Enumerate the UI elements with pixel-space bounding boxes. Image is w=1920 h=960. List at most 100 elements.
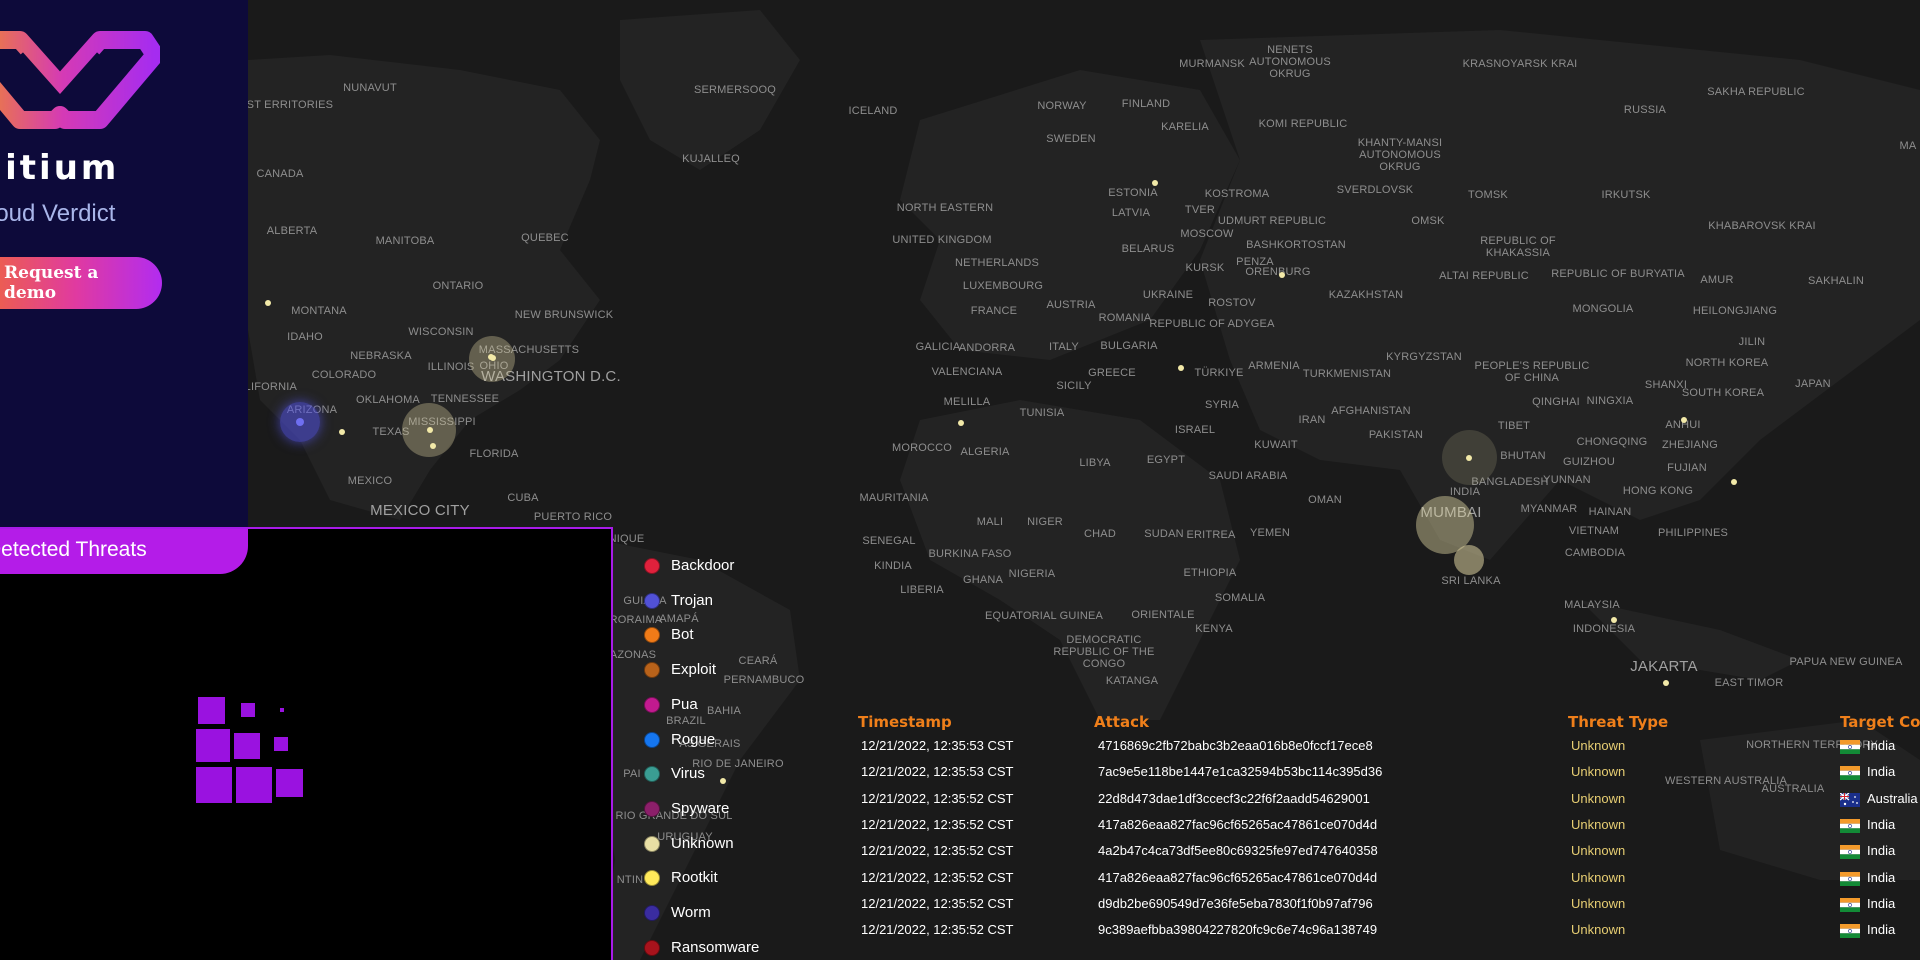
threat-dot[interactable] — [265, 300, 271, 306]
legend-item-rogue[interactable]: Rogue — [640, 731, 780, 751]
legend-dot-icon — [644, 939, 660, 956]
legend-item-rootkit[interactable]: Rootkit — [640, 869, 780, 889]
threat-dot[interactable] — [427, 427, 433, 433]
table-row[interactable]: 12/21/2022, 12:35:52 CST d9db2be690549d7e… — [858, 896, 1920, 918]
legend-item-exploit[interactable]: Exploit — [640, 661, 780, 681]
threat-dot[interactable] — [1681, 417, 1687, 423]
legend-item-worm[interactable]: Worm — [640, 904, 780, 924]
legend-label: Ransomware — [671, 938, 760, 956]
threat-dot[interactable] — [1611, 617, 1617, 623]
legend-item-ransomware[interactable]: Ransomware — [640, 939, 780, 959]
table-row[interactable]: 12/21/2022, 12:35:52 CST 417a826eaa827fac… — [858, 817, 1920, 839]
map-label: HAINAN — [1588, 506, 1632, 518]
map-label: PAKISTAN — [1368, 429, 1424, 441]
map-label: ICELAND — [848, 105, 898, 117]
map-label: TENNESSEE — [430, 393, 500, 405]
brand-logo-icon — [0, 31, 160, 129]
cell-target-country: India — [1867, 843, 1896, 859]
map-label: KENYA — [1195, 623, 1233, 635]
table-row[interactable]: 12/21/2022, 12:35:52 CST 417a826eaa827fac… — [858, 870, 1920, 892]
map-label: NORWAY — [1037, 100, 1087, 112]
legend-item-backdoor[interactable]: Backdoor — [640, 557, 780, 577]
cell-attack-hash: 417a826eaa827fac96cf65265ac47861ce070d4d — [1098, 869, 1378, 885]
map-label: PEOPLE'S REPUBLIC OF CHINA — [1474, 360, 1590, 384]
cell-attack-hash: 7ac9e5e118be1447e1ca32594b53bc114c395d36 — [1098, 764, 1383, 780]
map-label: LIBYA — [1079, 457, 1111, 469]
legend-item-trojan[interactable]: Trojan — [640, 592, 780, 612]
cell-attack-hash: 22d8d473dae1df3ccecf3c22f6f2aadd54629001 — [1098, 790, 1370, 806]
legend-dot-icon — [644, 835, 660, 852]
request-demo-button[interactable]: Request a demo — [0, 257, 162, 309]
cell-target-country: India — [1867, 764, 1896, 780]
legend-item-pua[interactable]: Pua — [640, 696, 780, 716]
map-label: LUXEMBOURG — [962, 280, 1044, 292]
map-label: KUJALLEQ — [682, 153, 740, 165]
map-label: SHANXI — [1644, 379, 1688, 391]
map-label: SRI LANKA — [1441, 575, 1501, 587]
header-target-country[interactable]: Target Co — [1840, 713, 1920, 731]
map-label: RORAIMA — [609, 614, 663, 626]
threat-dot[interactable] — [1178, 365, 1184, 371]
map-label: ALGERIA — [960, 446, 1010, 458]
legend-item-bot[interactable]: Bot — [640, 626, 780, 646]
threat-dot[interactable] — [1152, 180, 1158, 186]
cell-attack-hash: 4a2b47c4ca73df5ee80c69325fe97ed747640358 — [1098, 843, 1378, 859]
table-row[interactable]: 12/21/2022, 12:35:52 CST 9c389aefbba39804… — [858, 922, 1920, 944]
map-label: PUERTO RICO — [533, 511, 613, 523]
map-label: CUBA — [507, 492, 539, 504]
map-label: SERMERSOOQ — [693, 84, 777, 96]
map-label: KINDIA — [874, 560, 912, 572]
cell-timestamp: 12/21/2022, 12:35:53 CST — [861, 738, 1014, 753]
map-label: SAKHALIN — [1807, 275, 1865, 287]
map-label: MEXICO — [347, 475, 393, 487]
threat-dot[interactable] — [958, 420, 964, 426]
map-label: AFGHANISTAN — [1331, 405, 1411, 417]
table-row[interactable]: 12/21/2022, 12:35:52 CST 22d8d473dae1df3c… — [858, 791, 1920, 813]
detected-threats-tab[interactable]: Detected Threats — [0, 529, 248, 574]
threat-marker-india-south[interactable] — [1454, 545, 1484, 575]
map-label: BELARUS — [1121, 243, 1175, 255]
map-label: MONTANA — [291, 305, 347, 317]
map-label: FUJIAN — [1667, 462, 1707, 474]
detected-threats-title: Detected Threats — [0, 538, 147, 561]
map-label: DEMOCRATIC REPUBLIC OF THE CONGO — [1053, 634, 1155, 670]
threat-dot[interactable] — [1663, 680, 1669, 686]
map-label: AZONAS — [609, 649, 657, 661]
threat-dot[interactable] — [1731, 479, 1737, 485]
map-label: KURSK — [1185, 262, 1225, 274]
map-label: ALBERTA — [266, 225, 318, 237]
legend-label: Rootkit — [671, 869, 718, 887]
table-row[interactable]: 12/21/2022, 12:35:52 CST 4a2b47c4ca73df5e… — [858, 843, 1920, 865]
threat-dot[interactable] — [430, 443, 436, 449]
legend-item-spyware[interactable]: Spyware — [640, 800, 780, 820]
table-row[interactable]: 12/21/2022, 12:35:53 CST 7ac9e5e118be1447… — [858, 764, 1920, 786]
legend-label: Bot — [671, 626, 694, 644]
threat-dot[interactable] — [1466, 455, 1472, 461]
map-label: INDIA — [1449, 486, 1481, 498]
map-label: KUWAIT — [1254, 439, 1298, 451]
legend-item-unknown[interactable]: Unknown — [640, 835, 780, 855]
map-label: ORENBURG — [1245, 266, 1311, 278]
threat-dot[interactable] — [1279, 272, 1285, 278]
table-row[interactable]: 12/21/2022, 12:35:53 CST 4716869c2fb72bab… — [858, 738, 1920, 760]
threat-dot[interactable] — [490, 355, 496, 361]
threat-dot[interactable] — [339, 429, 345, 435]
brand-subtitle: loud Verdict — [0, 200, 116, 227]
legend-label: Pua — [671, 695, 698, 713]
map-label: GREECE — [1088, 367, 1136, 379]
map-label: MALAYSIA — [1564, 599, 1620, 611]
map-label: HONG KONG — [1622, 485, 1694, 497]
map-label: EAST TIMOR — [1714, 677, 1784, 689]
map-label: ARMENIA — [1248, 360, 1300, 372]
map-label: ROMANIA — [1098, 312, 1152, 324]
map-label: EQUATORIAL GUINEA — [984, 610, 1104, 622]
cell-timestamp: 12/21/2022, 12:35:52 CST — [861, 843, 1014, 859]
map-label: NETHERLANDS — [954, 257, 1040, 269]
legend-item-virus[interactable]: Virus — [640, 765, 780, 785]
header-attack[interactable]: Attack — [1094, 713, 1149, 731]
map-label: ALTAI REPUBLIC — [1439, 270, 1529, 282]
map-label: BHUTAN — [1500, 450, 1546, 462]
map-label: TUNISIA — [1019, 407, 1065, 419]
header-timestamp[interactable]: Timestamp — [858, 713, 952, 731]
header-threat-type[interactable]: Threat Type — [1568, 713, 1668, 731]
